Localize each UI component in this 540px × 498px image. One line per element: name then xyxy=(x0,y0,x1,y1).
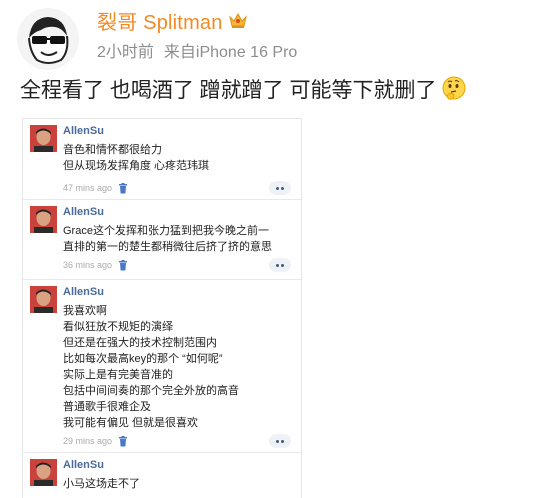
person-photo-icon xyxy=(30,286,57,313)
comment-line: 但还是在强大的技术控制范围内 xyxy=(63,337,217,349)
more-dot xyxy=(276,264,279,267)
comment-line: Grace这个发挥和张力猛到把我今晚之前一 xyxy=(63,225,269,237)
cartoon-face-icon xyxy=(17,8,79,70)
comment-line: 实际上是有完美音准的 xyxy=(63,369,173,381)
trash-icon[interactable] xyxy=(118,183,128,194)
thinking-face-emoji xyxy=(442,76,466,100)
more-button[interactable] xyxy=(269,434,291,448)
comment-footer: 36 mins ago xyxy=(63,258,293,274)
comment-line: 直排的第一的楚生都稍微往后挤了挤的意思 xyxy=(63,241,272,253)
commenter-avatar[interactable] xyxy=(30,206,57,233)
trash-icon[interactable] xyxy=(118,260,128,271)
more-dot xyxy=(281,187,284,190)
comment-body: 音色和情怀都很给力 但从现场发挥角度 心疼范玮琪 xyxy=(63,142,209,174)
post-text: 全程看了 也喝酒了 蹭就蹭了 可能等下就删了 xyxy=(20,74,467,104)
commenter-avatar[interactable] xyxy=(30,459,57,486)
comment-line: 音色和情怀都很给力 xyxy=(63,144,162,156)
comment-time: 36 mins ago xyxy=(63,260,113,270)
comment-body: 小马这场走不了 xyxy=(63,476,140,492)
post-time: 2小时前 xyxy=(97,44,154,61)
author-name[interactable]: 裂哥 Splitman xyxy=(97,6,223,35)
trash-icon[interactable] xyxy=(118,436,128,447)
comment-body: 我喜欢啊 看似狂放不规矩的演绎 但还是在强大的技术控制范围内 比如每次最高key… xyxy=(63,303,239,431)
comment-item: AllenSu Grace这个发挥和张力猛到把我今晚之前一 直排的第一的楚生都稍… xyxy=(23,200,301,280)
post-source: 来自iPhone 16 Pro xyxy=(163,44,298,61)
commenter-avatar[interactable] xyxy=(30,286,57,313)
comment-line: 普通歌手很难企及 xyxy=(63,401,151,413)
author-name-row: 裂哥 Splitman xyxy=(97,6,249,35)
more-dot xyxy=(276,187,279,190)
comment-panel: AllenSu 音色和情怀都很给力 但从现场发挥角度 心疼范玮琪 47 mins… xyxy=(22,118,302,498)
comment-line: 我喜欢啊 xyxy=(63,305,107,317)
person-photo-icon xyxy=(30,206,57,233)
comment-username[interactable]: AllenSu xyxy=(63,286,104,298)
comment-item: AllenSu 音色和情怀都很给力 但从现场发挥角度 心疼范玮琪 47 mins… xyxy=(23,119,301,199)
author-avatar[interactable] xyxy=(17,8,79,70)
comment-username[interactable]: AllenSu xyxy=(63,459,104,471)
comment-footer: 29 mins ago xyxy=(63,434,293,450)
comment-time: 47 mins ago xyxy=(63,183,113,193)
comment-item: AllenSu 小马这场走不了 xyxy=(23,453,301,498)
comment-line: 包括中间间奏的那个完全外放的高音 xyxy=(63,385,239,397)
comment-line: 我可能有偏见 但就是很喜欢 xyxy=(63,417,199,429)
comment-username[interactable]: AllenSu xyxy=(63,125,104,137)
comment-line: 小马这场走不了 xyxy=(63,478,140,490)
comment-body: Grace这个发挥和张力猛到把我今晚之前一 直排的第一的楚生都稍微往后挤了挤的意… xyxy=(63,223,272,255)
comment-line: 看似狂放不规矩的演绎 xyxy=(63,321,173,333)
comment-username[interactable]: AllenSu xyxy=(63,206,104,218)
comment-line: 比如每次最高key的那个 “如何呢” xyxy=(63,353,223,365)
comment-time: 29 mins ago xyxy=(63,436,113,446)
comment-footer: 47 mins ago xyxy=(63,181,293,197)
more-button[interactable] xyxy=(269,258,291,272)
post-text-content: 全程看了 也喝酒了 蹭就蹭了 可能等下就删了 xyxy=(20,79,437,102)
comment-item: AllenSu 我喜欢啊 看似狂放不规矩的演绎 但还是在强大的技术控制范围内 比… xyxy=(23,280,301,454)
commenter-avatar[interactable] xyxy=(30,125,57,152)
person-photo-icon xyxy=(30,125,57,152)
crown-icon xyxy=(228,12,247,28)
comment-line: 但从现场发挥角度 心疼范玮琪 xyxy=(63,160,210,172)
more-dot xyxy=(281,264,284,267)
more-dot xyxy=(281,440,284,443)
more-button[interactable] xyxy=(269,181,291,195)
post-meta: 2小时前 来自iPhone 16 Pro xyxy=(97,38,297,62)
more-dot xyxy=(276,440,279,443)
person-photo-icon xyxy=(30,459,57,486)
post-header: 裂哥 Splitman 2小时前 来自iPhone 16 Pro xyxy=(0,0,540,70)
